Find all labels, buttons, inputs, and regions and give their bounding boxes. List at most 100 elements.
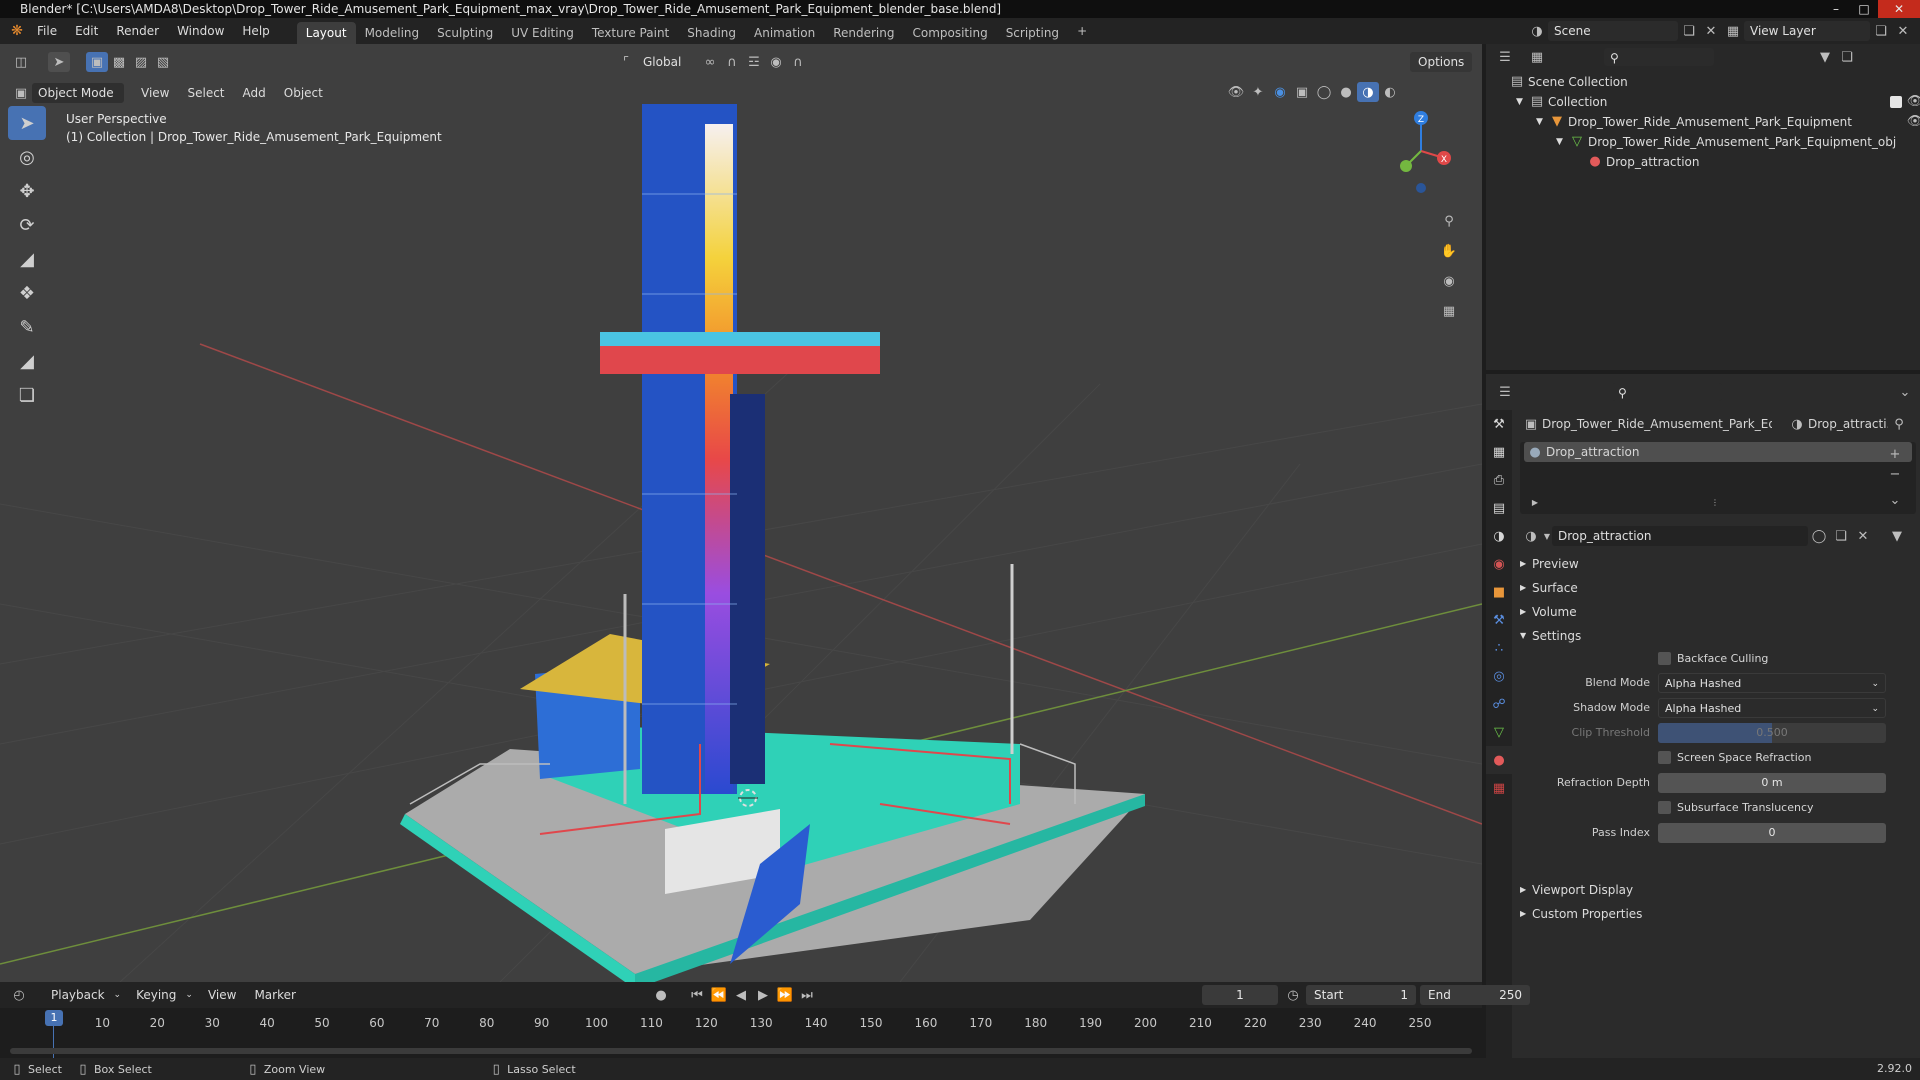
viewport-menu-select[interactable]: Select [178, 83, 233, 103]
outliner-item-object[interactable]: ▼ ▼ Drop_Tower_Ride_Amusement_Park_Equip… [1506, 112, 1920, 132]
expand-arrow-icon[interactable]: ▼ [1516, 92, 1526, 112]
outliner-search-input[interactable]: ⚲ [1604, 48, 1714, 66]
panel-viewport-display[interactable]: ▶ Viewport Display [1520, 878, 1916, 902]
display-mode-icon[interactable]: ▦ [1526, 47, 1548, 67]
viewport-menu-object[interactable]: Object [275, 83, 332, 103]
add-workspace-button[interactable]: + [1068, 20, 1096, 42]
tab-modeling[interactable]: Modeling [356, 22, 429, 44]
remove-slot-icon[interactable]: − [1884, 464, 1906, 484]
camera-view-icon[interactable]: ◉ [1438, 266, 1460, 296]
slot-specials-icon[interactable]: ⌄ [1884, 490, 1906, 510]
snap-icon[interactable]: ∩ [721, 52, 743, 72]
shadow-mode-dropdown[interactable]: Alpha Hashed ⌄ [1658, 698, 1886, 718]
tab-uv-editing[interactable]: UV Editing [502, 22, 583, 44]
expand-arrow-icon[interactable]: ▼ [1556, 132, 1566, 152]
timeline-menu-keying[interactable]: Keying [127, 985, 185, 1005]
editor-type-icon[interactable]: ◫ [10, 52, 32, 72]
object-tab-icon[interactable]: ■ [1486, 578, 1512, 606]
zoom-icon[interactable]: ⚲ [1438, 206, 1460, 236]
record-icon[interactable]: ● [650, 985, 672, 1005]
properties-editor-icon[interactable]: ☰ [1494, 382, 1516, 402]
close-icon[interactable]: ✕ [1878, 0, 1920, 18]
snap-target-icon[interactable]: ☲ [743, 52, 765, 72]
menu-window[interactable]: Window [168, 21, 233, 41]
panel-options-icon[interactable]: ⌄ [1894, 382, 1916, 402]
tab-compositing[interactable]: Compositing [903, 22, 996, 44]
menu-edit[interactable]: Edit [66, 21, 107, 41]
gizmo-toggle-icon[interactable]: ✦ [1247, 82, 1269, 102]
tab-texture-paint[interactable]: Texture Paint [583, 22, 678, 44]
tab-shading[interactable]: Shading [678, 22, 745, 44]
new-view-layer-icon[interactable]: ❏ [1870, 21, 1892, 41]
transform-tool-icon[interactable]: ❖ [8, 276, 46, 310]
options-dropdown[interactable]: Options [1410, 52, 1473, 72]
material-name-field[interactable]: Drop_attraction [1552, 526, 1808, 546]
axis-gizmo[interactable]: Z X [1376, 106, 1466, 206]
select-new-icon[interactable]: ▣ [86, 52, 108, 72]
solid-shading-icon[interactable]: ● [1335, 82, 1357, 102]
subsurface-translucency-checkbox[interactable]: Subsurface Translucency [1658, 801, 1814, 814]
scene-name-field[interactable]: Scene [1548, 21, 1678, 41]
viewport-menu-view[interactable]: View [132, 83, 178, 103]
select-box-tool-icon[interactable]: ➤ [8, 106, 46, 140]
new-collection-icon[interactable]: ❏ [1836, 47, 1858, 67]
fake-user-icon[interactable]: ◯ [1808, 526, 1830, 546]
outliner-editor-icon[interactable]: ☰ [1494, 47, 1516, 67]
outliner-scene-collection[interactable]: ▤ Scene Collection [1506, 72, 1920, 92]
grid-view-icon[interactable]: ▦ [1438, 296, 1460, 326]
tool-tab-icon[interactable]: ⚒ [1486, 410, 1512, 438]
minimize-icon[interactable]: – [1822, 0, 1850, 18]
filter-icon[interactable]: ▼ [1814, 47, 1836, 67]
clip-threshold-slider[interactable]: 0.500 [1658, 723, 1886, 743]
blender-logo-icon[interactable]: ❋ [6, 21, 28, 41]
blend-mode-dropdown[interactable]: Alpha Hashed ⌄ [1658, 673, 1886, 693]
tab-animation[interactable]: Animation [745, 22, 824, 44]
rendered-shading-icon[interactable]: ◐ [1379, 82, 1401, 102]
menu-help[interactable]: Help [233, 21, 278, 41]
tab-sculpting[interactable]: Sculpting [428, 22, 502, 44]
expand-arrow-icon[interactable]: ▼ [1536, 112, 1546, 132]
cursor-tool-icon[interactable]: ◎ [8, 140, 46, 174]
move-tool-icon[interactable]: ✥ [8, 174, 46, 208]
pan-hand-icon[interactable]: ✋ [1438, 236, 1460, 266]
maximize-icon[interactable]: □ [1850, 0, 1878, 18]
panel-preview[interactable]: ▶ Preview [1520, 552, 1916, 576]
proportional-falloff-icon[interactable]: ∩ [787, 52, 809, 72]
end-frame-field[interactable]: End 250 [1420, 985, 1530, 1005]
start-frame-field[interactable]: Start 1 [1306, 985, 1416, 1005]
world-tab-icon[interactable]: ◉ [1486, 550, 1512, 578]
eye-icon[interactable]: 👁 [1904, 92, 1920, 112]
properties-search-input[interactable]: ⚲ [1612, 383, 1722, 401]
panel-custom-properties[interactable]: ▶ Custom Properties [1520, 902, 1916, 926]
prev-keyframe-icon[interactable]: ⏪ [708, 985, 730, 1005]
outliner-item-mesh[interactable]: ▼ ▽ Drop_Tower_Ride_Amusement_Park_Equip… [1506, 132, 1920, 152]
proportional-edit-icon[interactable]: ◉ [765, 52, 787, 72]
menu-file[interactable]: File [28, 21, 66, 41]
view-layer-field[interactable]: View Layer [1744, 21, 1870, 41]
xray-icon[interactable]: ▣ [1291, 82, 1313, 102]
new-scene-icon[interactable]: ❏ [1678, 21, 1700, 41]
current-frame-field[interactable]: 1 [1202, 985, 1278, 1005]
scale-tool-icon[interactable]: ◢ [8, 242, 46, 276]
material-tab-icon[interactable]: ● [1486, 746, 1512, 774]
modifier-tab-icon[interactable]: ⚒ [1486, 606, 1512, 634]
tab-scripting[interactable]: Scripting [997, 22, 1068, 44]
collection-checkbox[interactable] [1890, 96, 1902, 108]
output-tab-icon[interactable]: ⎙ [1486, 466, 1512, 494]
menu-render[interactable]: Render [107, 21, 168, 41]
constraints-tab-icon[interactable]: ☍ [1486, 690, 1512, 718]
tab-layout[interactable]: Layout [296, 22, 356, 44]
timeline-editor-icon[interactable]: ◴ [8, 985, 30, 1005]
next-keyframe-icon[interactable]: ⏩ [774, 985, 796, 1005]
select-subtract-icon[interactable]: ▨ [130, 52, 152, 72]
duplicate-material-icon[interactable]: ❏ [1830, 526, 1852, 546]
timeline-scrollbar[interactable] [10, 1048, 1472, 1054]
panel-volume[interactable]: ▶ Volume [1520, 600, 1916, 624]
eye-icon[interactable]: 👁 [1904, 112, 1920, 132]
timeline-menu-playback[interactable]: Playback [42, 985, 114, 1005]
select-extend-icon[interactable]: ▩ [108, 52, 130, 72]
wireframe-shading-icon[interactable]: ◯ [1313, 82, 1335, 102]
timeline-track[interactable]: 10 20 30 40 50 60 70 80 90 100 110 120 130 140 150 160 1… [0, 1008, 1482, 1058]
physics-tab-icon[interactable]: ◎ [1486, 662, 1512, 690]
material-shading-icon[interactable]: ◑ [1357, 82, 1379, 102]
